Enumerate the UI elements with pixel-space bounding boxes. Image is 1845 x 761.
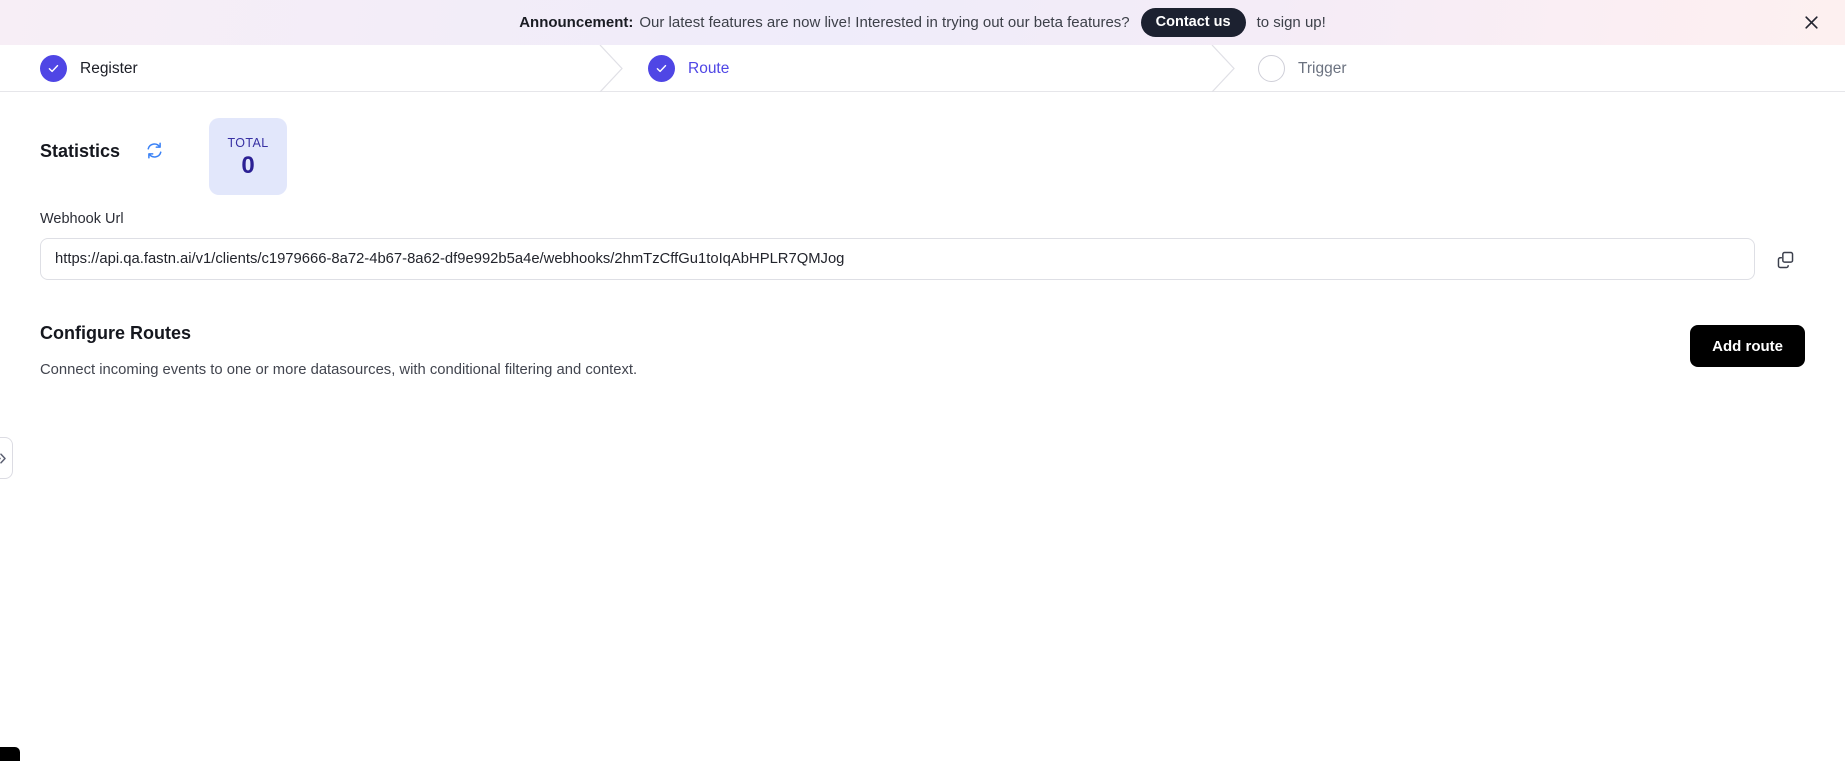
webhook-url-row xyxy=(40,238,1805,280)
check-icon xyxy=(648,55,675,82)
stat-card-label: TOTAL xyxy=(227,135,269,150)
refresh-icon[interactable] xyxy=(143,139,165,161)
step-trigger[interactable]: Trigger xyxy=(1258,45,1347,92)
step-label-route: Route xyxy=(688,59,730,77)
stat-card-total: TOTAL 0 xyxy=(209,118,288,195)
step-route[interactable]: Route xyxy=(648,45,729,92)
stat-card-value: 0 xyxy=(241,151,255,179)
main-content: Statistics TOTAL 0 Webhook Url https://a… xyxy=(0,92,1845,479)
configure-routes-section: Configure Routes Connect incoming events… xyxy=(40,323,1805,378)
copy-icon[interactable] xyxy=(1765,239,1805,279)
chevron-double-right-icon xyxy=(0,452,9,465)
webhook-url-label: Webhook Url xyxy=(40,211,124,227)
bottom-left-widget[interactable] xyxy=(0,747,20,761)
statistics-section: Statistics TOTAL 0 xyxy=(40,92,1805,198)
configure-routes-text: Configure Routes Connect incoming events… xyxy=(40,323,637,378)
step-label-trigger: Trigger xyxy=(1298,59,1347,77)
configure-routes-description: Connect incoming events to one or more d… xyxy=(40,362,638,378)
announcement-suffix: to sign up! xyxy=(1256,14,1326,31)
progress-stepper: Register Route Trigger xyxy=(0,44,1845,93)
stepper-divider-2 xyxy=(1210,44,1240,93)
statistics-title: Statistics xyxy=(40,141,121,161)
empty-circle-icon xyxy=(1258,55,1285,82)
sidebar-expand-handle[interactable] xyxy=(0,437,13,479)
close-icon[interactable] xyxy=(1799,11,1823,35)
webhook-url-input[interactable] xyxy=(40,238,1755,280)
announcement-message: Our latest features are now live! Intere… xyxy=(639,14,1130,31)
webhook-section: Webhook Url xyxy=(40,211,1805,280)
step-label-register: Register xyxy=(80,59,138,77)
add-route-button[interactable]: Add route xyxy=(1690,325,1805,367)
check-icon xyxy=(40,55,67,82)
announcement-bar: Announcement: Our latest features are no… xyxy=(0,0,1845,45)
configure-routes-title: Configure Routes xyxy=(40,323,191,343)
stepper-divider-1 xyxy=(598,44,628,93)
step-register[interactable]: Register xyxy=(40,45,138,92)
announcement-label: Announcement: xyxy=(519,14,634,31)
contact-us-button[interactable]: Contact us xyxy=(1140,7,1246,38)
announcement-content: Announcement: Our latest features are no… xyxy=(519,7,1326,38)
